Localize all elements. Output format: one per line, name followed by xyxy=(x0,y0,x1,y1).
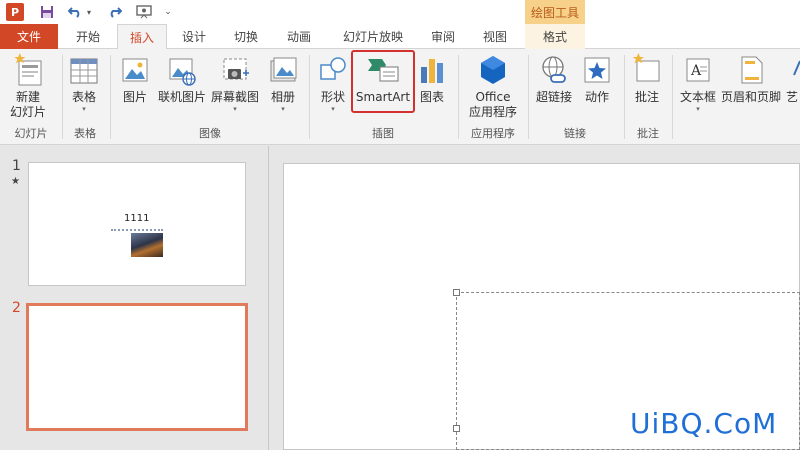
tab-review[interactable]: 审阅 xyxy=(420,24,466,49)
tab-design[interactable]: 设计 xyxy=(171,24,217,49)
new-slide-label-1: 新建 xyxy=(15,90,40,104)
photo-album-button[interactable]: 相册 ▾ xyxy=(265,53,301,114)
new-slide-button[interactable]: 新建 幻灯片 xyxy=(6,53,50,120)
online-picture-icon xyxy=(169,58,196,86)
slide-number-2: 2 xyxy=(12,300,21,316)
group-label-slides: 幻灯片 xyxy=(14,127,48,140)
redo-icon[interactable] xyxy=(106,3,124,21)
text-box-icon: A xyxy=(686,58,710,82)
picture-icon xyxy=(122,58,148,82)
slide-thumbnail-2[interactable] xyxy=(26,303,248,431)
resize-handle[interactable] xyxy=(453,289,460,296)
header-footer-button[interactable]: 页眉和页脚 xyxy=(718,53,784,105)
table-button[interactable]: 表格 ▾ xyxy=(67,53,101,114)
pictures-label: 图片 xyxy=(122,90,147,104)
ribbon-tabs: 文件 开始 插入 设计 切换 动画 幻灯片放映 审阅 视图 格式 xyxy=(0,24,800,50)
tab-home[interactable]: 开始 xyxy=(63,24,113,49)
thumbnail-picture xyxy=(131,233,163,257)
shapes-dropdown-icon: ▾ xyxy=(331,105,335,113)
header-footer-icon xyxy=(741,56,763,84)
hyperlink-button[interactable]: 超链接 xyxy=(534,53,574,105)
watermark: UiBQ.CoM xyxy=(630,407,778,440)
app-logo: P xyxy=(6,3,24,21)
action-button[interactable]: 动作 xyxy=(580,53,614,105)
tab-insert[interactable]: 插入 xyxy=(117,24,167,50)
save-icon[interactable] xyxy=(38,3,56,21)
shapes-label: 形状 xyxy=(320,90,345,104)
chart-icon xyxy=(421,59,443,83)
wordart-icon xyxy=(793,60,800,76)
group-label-images: 图像 xyxy=(199,127,221,140)
thumbnail-text: 1111 xyxy=(124,213,150,224)
present-icon[interactable] xyxy=(134,3,154,21)
online-pictures-label: 联机图片 xyxy=(157,90,206,104)
wordart-label: 艺 xyxy=(785,90,798,104)
group-label-comments: 批注 xyxy=(637,127,659,140)
office-apps-label-2: 应用程序 xyxy=(468,105,517,119)
screenshot-icon xyxy=(223,58,249,80)
slide-thumbnails-pane[interactable]: 1 ★ 1111 2 xyxy=(0,146,269,450)
undo-dropdown-icon[interactable]: ▾ xyxy=(84,3,94,21)
tab-slideshow[interactable]: 幻灯片放映 xyxy=(332,24,414,49)
action-label: 动作 xyxy=(584,90,609,104)
online-pictures-button[interactable]: 联机图片 xyxy=(157,53,207,105)
comment-button[interactable]: 批注 xyxy=(630,53,664,105)
group-separator xyxy=(624,55,625,139)
office-apps-button[interactable]: Office 应用程序 xyxy=(462,53,524,120)
pictures-button[interactable]: 图片 xyxy=(118,53,152,105)
photo-album-dropdown-icon: ▾ xyxy=(281,105,285,113)
header-footer-label: 页眉和页脚 xyxy=(720,90,781,104)
group-label-tables: 表格 xyxy=(74,127,96,140)
comment-icon xyxy=(632,53,660,82)
powerpoint-window: P ▾ ⌄ 绘图工具 文件 开始 插入 设计 切换 动画 幻灯片放映 审阅 视图… xyxy=(0,0,800,450)
tab-animations[interactable]: 动画 xyxy=(276,24,322,49)
smartart-highlight-box xyxy=(351,50,415,113)
hyperlink-label: 超链接 xyxy=(535,90,572,104)
hyperlink-icon xyxy=(542,56,566,83)
drawing-tools-context-label: 绘图工具 xyxy=(525,0,585,24)
shapes-icon xyxy=(320,57,346,80)
wordart-button[interactable]: 艺 xyxy=(784,53,800,105)
text-box-label: 文本框 xyxy=(679,90,716,104)
table-icon xyxy=(70,58,98,84)
tab-format[interactable]: 格式 xyxy=(525,24,585,49)
slide-number-1: 1 xyxy=(12,158,21,174)
group-label-apps: 应用程序 xyxy=(471,127,515,140)
action-icon xyxy=(584,57,610,83)
group-label-illustrations: 插图 xyxy=(372,127,394,140)
office-apps-label-1: Office xyxy=(475,90,511,104)
comment-label: 批注 xyxy=(634,90,659,104)
thumbnail-selection-border xyxy=(111,229,163,231)
group-separator xyxy=(110,55,111,139)
group-separator xyxy=(528,55,529,139)
screenshot-dropdown-icon: ▾ xyxy=(233,105,237,113)
new-slide-label-2: 幻灯片 xyxy=(9,105,46,119)
tab-transitions[interactable]: 切换 xyxy=(223,24,269,49)
group-separator xyxy=(672,55,673,139)
table-dropdown-icon: ▾ xyxy=(82,105,86,113)
slide-thumbnail-1[interactable]: 1111 xyxy=(28,162,246,286)
group-separator xyxy=(62,55,63,139)
chart-label: 图表 xyxy=(419,90,444,104)
photo-album-icon xyxy=(270,57,297,82)
undo-icon[interactable] xyxy=(66,3,84,21)
table-label: 表格 xyxy=(71,90,96,104)
group-label-links: 链接 xyxy=(564,127,586,140)
text-box-button[interactable]: A 文本框 ▾ xyxy=(678,53,718,114)
screenshot-button[interactable]: 屏幕截图 ▾ xyxy=(209,53,261,114)
resize-handle[interactable] xyxy=(453,425,460,432)
animation-star-icon: ★ xyxy=(11,176,20,187)
group-separator xyxy=(458,55,459,139)
screenshot-label: 屏幕截图 xyxy=(210,90,259,104)
photo-album-label: 相册 xyxy=(270,90,295,104)
title-bar: P ▾ ⌄ 绘图工具 xyxy=(0,0,800,24)
new-slide-icon xyxy=(14,53,42,86)
chart-button[interactable]: 图表 xyxy=(415,53,449,105)
customize-qat-icon[interactable]: ⌄ xyxy=(162,3,174,21)
tab-view[interactable]: 视图 xyxy=(472,24,518,49)
office-apps-icon xyxy=(481,56,505,84)
shapes-button[interactable]: 形状 ▾ xyxy=(316,53,350,114)
tab-file[interactable]: 文件 xyxy=(0,24,58,49)
text-box-dropdown-icon: ▾ xyxy=(696,105,700,113)
